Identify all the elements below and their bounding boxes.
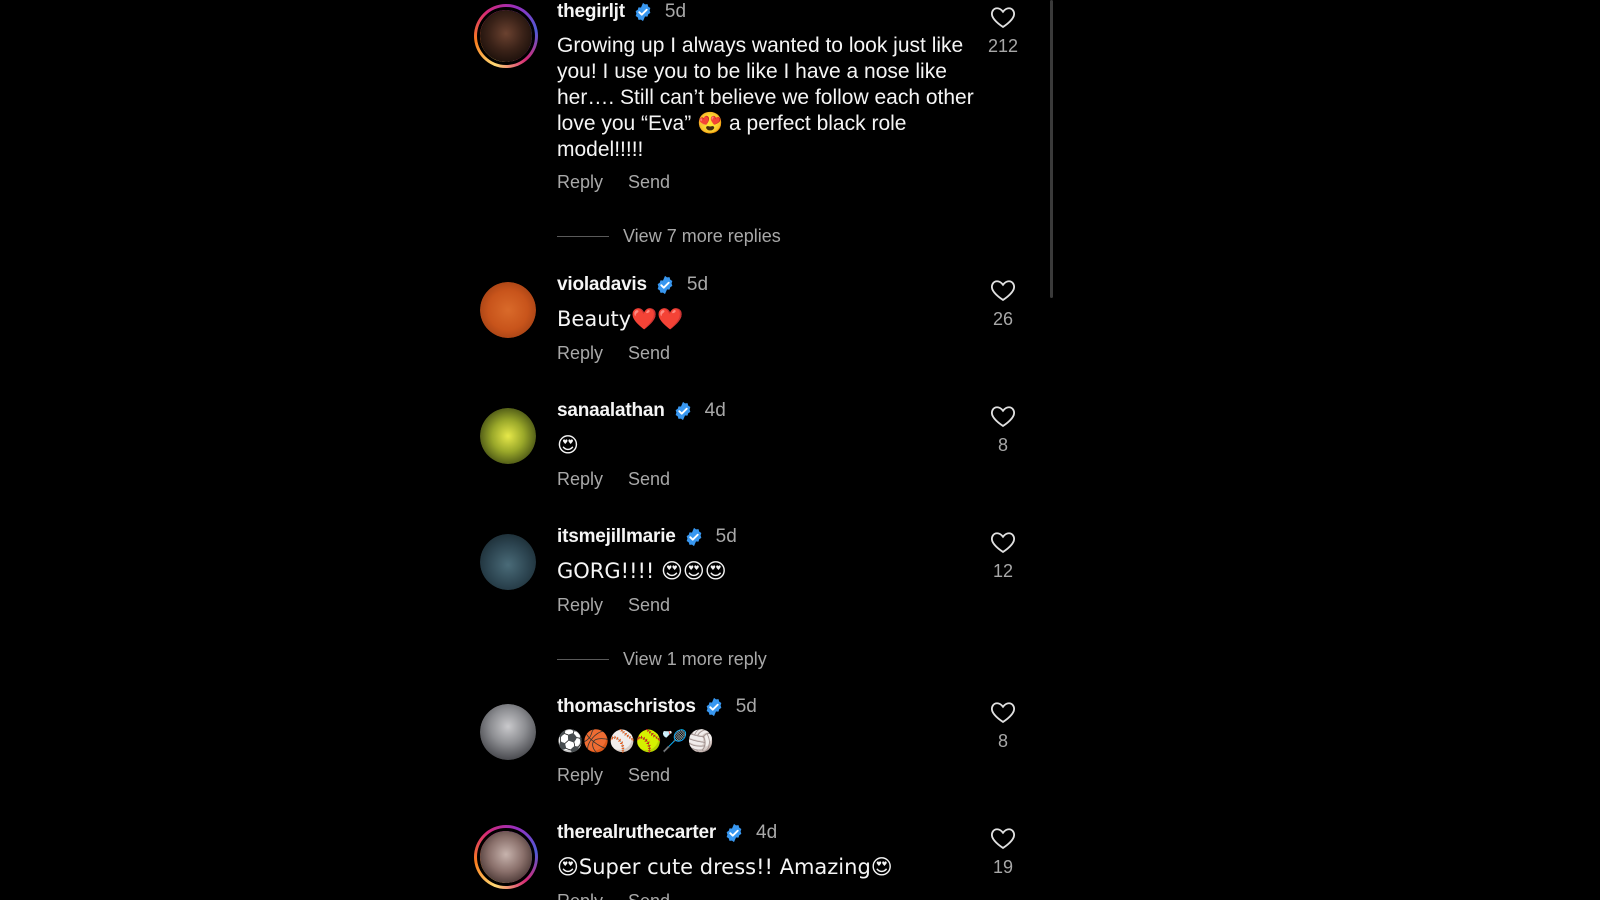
- username[interactable]: sanaalathan: [557, 400, 665, 422]
- comment-actions: Reply Send: [557, 172, 670, 193]
- comment-header: therealruthecarter 4d: [557, 821, 777, 845]
- reply-button[interactable]: Reply: [557, 172, 603, 193]
- comment-text: Beauty❤️❤️: [557, 307, 684, 331]
- view-more-replies-button[interactable]: View 7 more replies: [557, 226, 781, 247]
- like-column: 12: [988, 528, 1018, 582]
- timestamp: 5d: [664, 1, 687, 22]
- avatar[interactable]: [480, 408, 536, 464]
- like-column: 19: [988, 824, 1018, 878]
- send-button[interactable]: Send: [628, 765, 670, 786]
- comment-header: thegirljt 5d: [557, 0, 686, 24]
- reply-button[interactable]: Reply: [557, 343, 603, 364]
- send-button[interactable]: Send: [628, 343, 670, 364]
- view-more-replies-label: View 7 more replies: [623, 226, 781, 246]
- avatar-image: [480, 534, 536, 590]
- username[interactable]: thomaschristos: [557, 696, 696, 718]
- verified-badge-icon: [686, 527, 701, 547]
- avatar[interactable]: [480, 534, 536, 590]
- reply-button[interactable]: Reply: [557, 469, 603, 490]
- username[interactable]: itsmejillmarie: [557, 526, 676, 548]
- avatar-image: [480, 704, 536, 760]
- comment-actions: Reply Send: [557, 891, 670, 900]
- comment-actions: Reply Send: [557, 343, 670, 364]
- avatar-image: [480, 408, 536, 464]
- heart-outline-icon[interactable]: [989, 824, 1017, 852]
- avatar-story-ring: [477, 7, 535, 65]
- username[interactable]: violadavis: [557, 274, 647, 296]
- avatar-story-ring: [477, 828, 535, 886]
- comment-text: 😍Super cute dress!! Amazing😍: [557, 855, 893, 879]
- verified-badge-icon: [726, 823, 742, 843]
- divider-line: [557, 659, 609, 660]
- avatar[interactable]: [480, 282, 536, 338]
- heart-outline-icon[interactable]: [989, 276, 1017, 304]
- username[interactable]: therealruthecarter: [557, 822, 716, 844]
- comment-header: thomaschristos 5d: [557, 695, 757, 719]
- view-more-replies-label: View 1 more reply: [623, 649, 767, 669]
- scrollbar[interactable]: [1050, 0, 1053, 298]
- like-column: 8: [988, 402, 1018, 456]
- heart-outline-icon[interactable]: [989, 528, 1017, 556]
- avatar-image: [480, 10, 532, 62]
- timestamp: 4d: [704, 400, 726, 421]
- like-count: 19: [992, 857, 1014, 877]
- verified-badge-icon: [675, 401, 690, 421]
- verified-badge-icon: [635, 2, 651, 22]
- comment-header: itsmejillmarie 5d: [557, 525, 737, 549]
- username[interactable]: thegirljt: [557, 1, 625, 23]
- like-column: 26: [988, 276, 1018, 330]
- heart-outline-icon[interactable]: [989, 402, 1017, 430]
- reply-button[interactable]: Reply: [557, 765, 603, 786]
- comment-header: violadavis 5d: [557, 273, 708, 297]
- comment-text: 😍: [557, 433, 579, 457]
- like-column: 8: [988, 698, 1018, 752]
- avatar[interactable]: [474, 825, 538, 889]
- avatar-image: [480, 282, 536, 338]
- timestamp: 4d: [756, 822, 778, 843]
- comment-actions: Reply Send: [557, 469, 670, 490]
- like-column: 212: [988, 3, 1018, 57]
- timestamp: 5d: [686, 274, 709, 295]
- comment-text: GORG!!!! 😍😍😍: [557, 559, 727, 583]
- comment-text: Growing up I always wanted to look just …: [557, 34, 974, 161]
- timestamp: 5d: [735, 696, 757, 717]
- view-more-replies-button[interactable]: View 1 more reply: [557, 649, 767, 670]
- comment-actions: Reply Send: [557, 765, 670, 786]
- comments-screen: thegirljt 5d Growing up I always wanted …: [0, 0, 1600, 900]
- comment-text: ⚽🏀⚾🥎🏸🏐: [557, 729, 714, 753]
- send-button[interactable]: Send: [628, 891, 670, 900]
- like-count: 8: [997, 435, 1008, 455]
- heart-outline-icon[interactable]: [989, 698, 1017, 726]
- like-count: 26: [992, 309, 1014, 329]
- reply-button[interactable]: Reply: [557, 891, 603, 900]
- comments-list: thegirljt 5d Growing up I always wanted …: [462, 0, 1054, 900]
- avatar[interactable]: [474, 4, 538, 68]
- timestamp: 5d: [715, 526, 737, 547]
- verified-badge-icon: [706, 697, 722, 717]
- comment-header: sanaalathan 4d: [557, 399, 726, 423]
- reply-button[interactable]: Reply: [557, 595, 603, 616]
- send-button[interactable]: Send: [628, 595, 670, 616]
- send-button[interactable]: Send: [628, 469, 670, 490]
- send-button[interactable]: Send: [628, 172, 670, 193]
- like-count: 8: [997, 731, 1008, 751]
- avatar[interactable]: [480, 704, 536, 760]
- heart-outline-icon[interactable]: [989, 3, 1017, 31]
- comment-actions: Reply Send: [557, 595, 670, 616]
- verified-badge-icon: [657, 275, 673, 295]
- like-count: 12: [992, 561, 1014, 581]
- avatar-image: [480, 831, 532, 883]
- divider-line: [557, 236, 609, 237]
- like-count: 212: [987, 36, 1019, 56]
